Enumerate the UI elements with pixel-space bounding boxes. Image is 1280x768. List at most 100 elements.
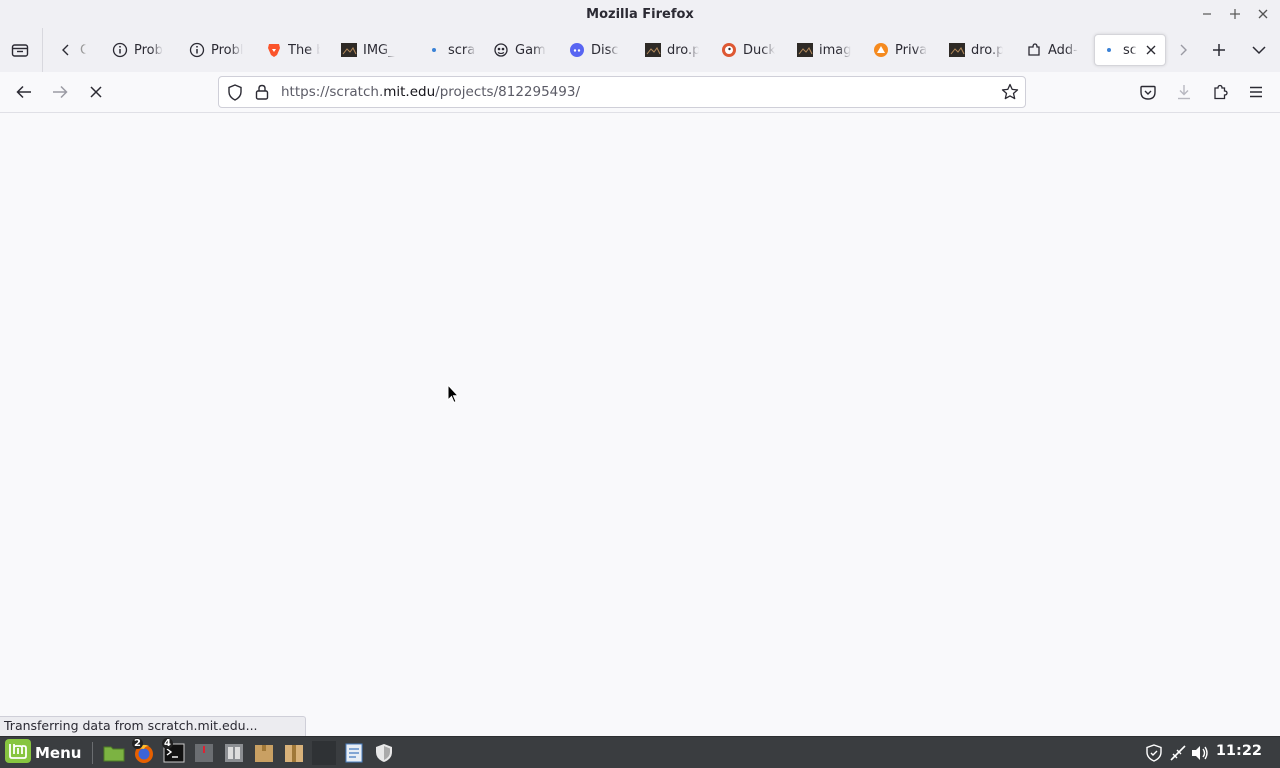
start-menu-button[interactable]: Menu: [4, 739, 82, 766]
discord-icon: [569, 42, 585, 58]
firefox-view-button[interactable]: [6, 36, 34, 64]
tab-item[interactable]: Gam: [487, 34, 553, 66]
puzzle-icon: [1026, 42, 1042, 58]
chevron-down-icon: [1252, 46, 1266, 55]
taskbar-divider: [92, 742, 93, 764]
pocket-button[interactable]: [1134, 78, 1162, 106]
tab-item[interactable]: scrat: [420, 34, 482, 66]
volume-icon: [1192, 746, 1208, 760]
url-host: mit.edu: [383, 84, 436, 100]
tab-label: dro.p: [971, 42, 1003, 58]
tracking-protection-shield-icon[interactable]: [227, 84, 243, 105]
stop-icon: [90, 86, 102, 98]
url-path: /projects/812295493/: [435, 84, 580, 100]
tray-shield-button[interactable]: [1142, 741, 1166, 765]
tab-label: Add-: [1048, 42, 1078, 58]
taskbar-app-shield[interactable]: [372, 741, 396, 765]
hamburger-icon: [1250, 86, 1262, 98]
network-icon: [1170, 745, 1186, 761]
tab-label: imag: [819, 42, 851, 58]
taskbar-clock[interactable]: 11:22: [1216, 743, 1262, 759]
image-thumb-icon: [949, 42, 965, 58]
scroll-tabs-right-button[interactable]: [1169, 36, 1197, 64]
close-icon: [1258, 9, 1268, 19]
stop-loading-button[interactable]: [82, 78, 110, 106]
title-bar: Mozilla Firefox: [0, 0, 1280, 28]
tab-item[interactable]: imag: [791, 34, 857, 66]
url-text: https://scratch.mit.edu/projects/8122954…: [281, 84, 580, 100]
new-tab-button[interactable]: [1205, 36, 1233, 64]
tab-item[interactable]: Duck: [715, 34, 781, 66]
package-icon: [285, 745, 303, 762]
minimize-button[interactable]: [1197, 4, 1217, 24]
app-window-icon: [195, 744, 213, 762]
tab-label: Priva: [895, 42, 927, 58]
fox-icon: [873, 42, 889, 58]
tab-item[interactable]: IMG_: [335, 34, 401, 66]
taskbar-app-window[interactable]: [192, 741, 216, 765]
tab-item[interactable]: Priva: [867, 34, 933, 66]
menu-label: Menu: [35, 744, 82, 762]
tab-item[interactable]: C: [52, 34, 92, 66]
bookmark-star-icon[interactable]: [1001, 83, 1019, 105]
navigation-toolbar: https://scratch.mit.edu/projects/8122954…: [0, 72, 1280, 113]
minimize-icon: [1203, 13, 1211, 15]
shield-icon: [376, 744, 392, 762]
firefox-launcher[interactable]: 2: [132, 738, 156, 765]
tab-item[interactable]: Probl: [183, 34, 249, 66]
maximize-button[interactable]: [1225, 4, 1245, 24]
tab-item[interactable]: Add-: [1020, 34, 1086, 66]
app-menu-button[interactable]: [1242, 78, 1270, 106]
tab-strip-divider: [42, 28, 43, 72]
tab-item[interactable]: dro.p: [943, 34, 1009, 66]
close-window-button[interactable]: [1253, 4, 1273, 24]
window-count-badge: 2: [132, 738, 143, 749]
puzzle-icon: [1214, 84, 1228, 100]
page-content[interactable]: [0, 113, 1280, 736]
firefox-view-icon: [11, 44, 29, 57]
window-count-badge: 4: [162, 738, 173, 749]
url-bar[interactable]: https://scratch.mit.edu/projects/8122954…: [218, 76, 1026, 108]
taskbar-app-package[interactable]: [282, 741, 306, 765]
taskbar: Menu 2 4 11:22: [0, 736, 1280, 768]
tab-label: IMG_: [363, 42, 395, 58]
downloads-button[interactable]: [1170, 78, 1198, 106]
url-prefix: https://scratch.: [281, 84, 384, 100]
taskbar-app-text-editor[interactable]: [342, 741, 366, 765]
tray-network-button[interactable]: [1166, 741, 1190, 765]
list-all-tabs-button[interactable]: [1245, 36, 1273, 64]
brave-lion-icon: [266, 42, 282, 58]
taskbar-app-archive[interactable]: [252, 741, 276, 765]
tab-item[interactable]: Prob: [106, 34, 170, 66]
security-shield-icon: [1146, 744, 1162, 762]
tab-label: Gam: [515, 42, 546, 58]
taskbar-app-blank[interactable]: [312, 741, 336, 765]
duckduckgo-icon: [721, 42, 737, 58]
maximize-icon: [1230, 9, 1240, 19]
close-tab-icon[interactable]: [1143, 42, 1159, 58]
arrow-left-icon: [16, 85, 31, 99]
tab-item[interactable]: The b: [260, 34, 326, 66]
lock-icon[interactable]: [255, 84, 269, 104]
files-launcher[interactable]: [102, 741, 126, 765]
tab-label: C: [80, 42, 86, 58]
download-icon: [1178, 85, 1190, 100]
tab-label: scr: [1123, 42, 1137, 58]
terminal-launcher[interactable]: 4: [162, 738, 186, 765]
tab-strip: C Prob Probl The b IMG_ scrat Gam Disc d…: [0, 28, 1280, 72]
status-panel: Transferring data from scratch.mit.edu..…: [0, 716, 306, 736]
tray-volume-button[interactable]: [1188, 741, 1212, 765]
image-thumb-icon: [797, 42, 813, 58]
tab-item-active[interactable]: scr: [1094, 34, 1166, 66]
tab-label: dro.p: [667, 42, 699, 58]
tab-item[interactable]: Disc: [563, 34, 629, 66]
back-button[interactable]: [10, 78, 38, 106]
image-thumb-icon: [645, 42, 661, 58]
tab-item[interactable]: dro.p: [639, 34, 705, 66]
tab-label: Prob: [134, 42, 163, 58]
tab-label: Duck: [743, 42, 775, 58]
image-thumb-icon: [341, 42, 357, 58]
extensions-button[interactable]: [1206, 78, 1234, 106]
forward-button[interactable]: [46, 78, 74, 106]
taskbar-app-settings[interactable]: [222, 741, 246, 765]
